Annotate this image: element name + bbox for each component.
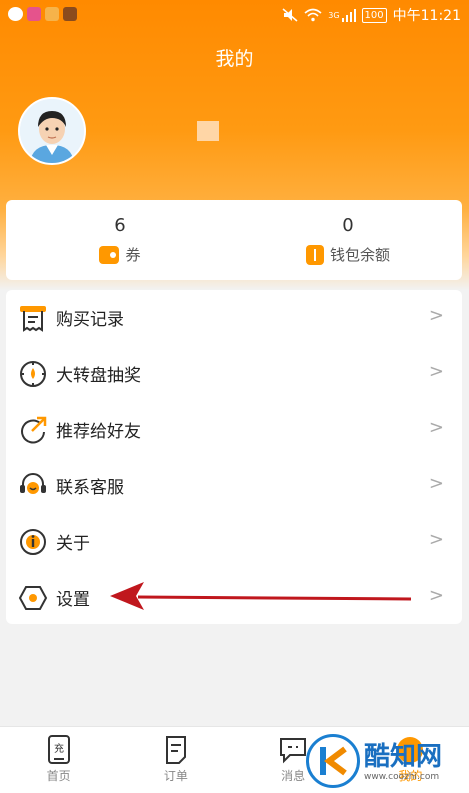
chevron-right-icon: >: [428, 417, 444, 438]
card-icon: [305, 244, 324, 265]
menu-item-purchase-history[interactable]: 购买记录 >: [6, 290, 462, 346]
info-icon: [20, 529, 46, 555]
watermark: 酷知网 www.coozhi.com: [306, 732, 466, 788]
menu-card: 购买记录 > 大转盘抽奖 > 推荐给好友 > 联系客服 > 关于 > 设置 >: [6, 290, 462, 624]
menu-item-lucky-wheel[interactable]: 大转盘抽奖 >: [6, 346, 462, 402]
notification-icons: [8, 7, 77, 21]
chevron-right-icon: >: [428, 305, 444, 326]
balance-label: 钱包余额: [329, 246, 390, 264]
coupon-count: 6: [114, 215, 126, 236]
wifi-icon: [304, 8, 322, 22]
menu-label: 联系客服: [56, 478, 124, 498]
status-bar: 3G 100 中午11:21: [0, 0, 469, 30]
menu-label: 大转盘抽奖: [56, 366, 141, 386]
page-title: 我的: [215, 48, 254, 70]
tab-label: 消息: [281, 769, 306, 783]
status-right: 3G 100 中午11:21: [282, 5, 461, 25]
message-icon: [280, 738, 307, 764]
wallet-icon: [99, 245, 120, 264]
order-icon: [165, 736, 186, 764]
avatar-illustration: [20, 99, 84, 163]
chevron-right-icon: >: [428, 361, 444, 382]
headset-icon: [20, 473, 46, 494]
stats-card: 6 券 0 钱包余额: [6, 200, 462, 280]
tab-orders[interactable]: 订单: [117, 727, 234, 793]
menu-label: 关于: [56, 534, 90, 554]
recharge-glyph: 充: [54, 742, 64, 755]
username-placeholder: [197, 121, 219, 141]
menu-label: 推荐给好友: [56, 422, 141, 442]
app-icon: [45, 7, 59, 21]
balance-stat[interactable]: 0 钱包余额: [234, 200, 462, 280]
coupon-label: 券: [125, 246, 141, 264]
menu-item-customer-service[interactable]: 联系客服 >: [6, 458, 462, 514]
annotation-arrow: [110, 582, 412, 610]
avatar[interactable]: [18, 97, 86, 165]
time-display: 中午11:21: [392, 8, 461, 24]
chevron-right-icon: >: [428, 585, 444, 606]
share-icon: [21, 416, 47, 444]
mute-icon: [282, 8, 298, 22]
app-icon: [63, 7, 77, 21]
chat-icon: [8, 7, 23, 21]
balance-amount: 0: [342, 215, 354, 236]
coupon-stat[interactable]: 6 券: [6, 200, 234, 280]
watermark-text: 酷知网: [364, 742, 443, 772]
receipt-icon: [20, 306, 46, 332]
wheel-icon: [20, 361, 46, 387]
chevron-right-icon: >: [428, 473, 444, 494]
app-icon: [27, 7, 41, 21]
tab-home[interactable]: 充 首页: [0, 727, 117, 793]
chevron-right-icon: >: [428, 529, 444, 550]
settings-hexagon-icon: [18, 586, 48, 610]
battery-indicator: 100: [361, 7, 387, 23]
signal-icon: [341, 9, 356, 22]
tab-label: 首页: [46, 769, 71, 783]
watermark-logo-icon: [306, 734, 360, 788]
menu-item-about[interactable]: 关于 >: [6, 514, 462, 570]
network-type: 3G: [328, 10, 340, 20]
menu-label: 购买记录: [56, 310, 124, 330]
watermark-url: www.coozhi.com: [364, 772, 440, 782]
phone-recharge-icon: 充: [47, 735, 70, 764]
menu-item-recommend-friend[interactable]: 推荐给好友 >: [6, 402, 462, 458]
tab-label: 订单: [163, 769, 188, 783]
menu-label: 设置: [56, 590, 90, 610]
